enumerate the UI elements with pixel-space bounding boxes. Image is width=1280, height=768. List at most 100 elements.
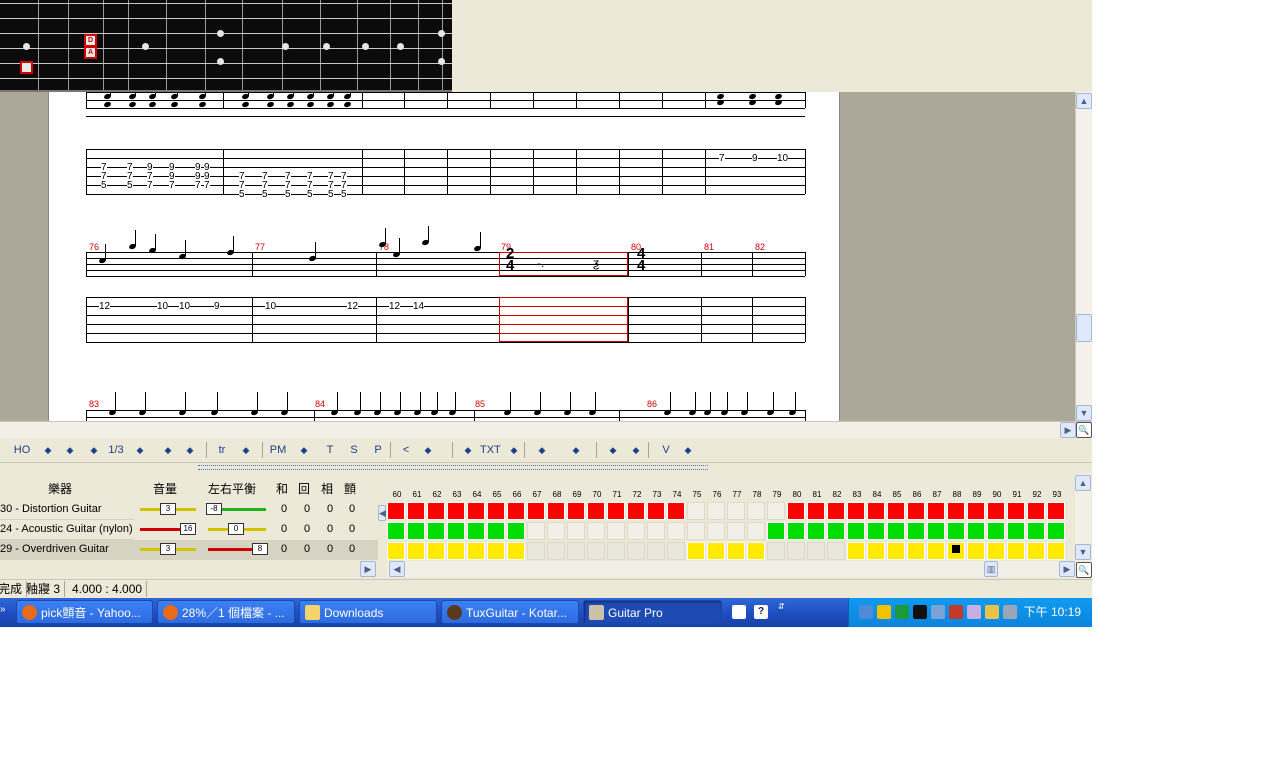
tab-number[interactable]: 5: [307, 190, 313, 200]
measure-cell[interactable]: [507, 502, 525, 520]
measure-cell[interactable]: [527, 522, 545, 540]
chorus-value[interactable]: 0: [274, 500, 294, 519]
measure-cell[interactable]: [527, 542, 545, 560]
note-head[interactable]: [250, 408, 259, 417]
note-head[interactable]: [128, 100, 137, 109]
measure-cell[interactable]: [487, 502, 505, 520]
chorus-value[interactable]: 0: [274, 540, 294, 559]
note-head[interactable]: [138, 408, 147, 417]
measure-cell[interactable]: [887, 502, 905, 520]
measure-cell[interactable]: [1047, 502, 1065, 520]
note-head[interactable]: [343, 100, 352, 109]
track-row[interactable]: 30 - Distortion Guitar 3 -8 0 0 0 0: [0, 500, 378, 520]
volume-slider[interactable]: 3: [136, 540, 202, 559]
tab-number[interactable]: 7: [147, 181, 153, 191]
measure-cell[interactable]: [907, 522, 925, 540]
scroll-right-icon[interactable]: ▶: [1060, 422, 1076, 438]
tremolo-value[interactable]: 0: [342, 500, 362, 519]
measure-cell[interactable]: [527, 502, 545, 520]
measure-cell[interactable]: [667, 502, 685, 520]
measure-cell[interactable]: [407, 542, 425, 560]
grid-horizontal-scrollbar[interactable]: ◀ ▥ ▶: [387, 561, 1075, 577]
tab-number[interactable]: 12: [347, 302, 359, 312]
measure-cell[interactable]: [607, 542, 625, 560]
measure-cell[interactable]: [767, 502, 785, 520]
tab-number[interactable]: 7: [195, 181, 201, 191]
pan-knob[interactable]: 8: [252, 543, 268, 555]
tab-number[interactable]: 5: [239, 190, 245, 200]
bend-button[interactable]: ◆: [38, 441, 58, 459]
measure-cell[interactable]: [647, 502, 665, 520]
network-icon[interactable]: [859, 605, 873, 619]
staccato-button[interactable]: ◆: [294, 441, 314, 459]
grid-scroll-down-icon[interactable]: ▼: [1075, 544, 1091, 560]
pan-knob[interactable]: -8: [206, 503, 222, 515]
chorus-value[interactable]: 0: [274, 520, 294, 539]
stroke-down-button[interactable]: ◆: [566, 441, 586, 459]
measure-cell[interactable]: [787, 522, 805, 540]
pencil-icon[interactable]: [985, 605, 999, 619]
measure-cell[interactable]: [827, 542, 845, 560]
measure-cell[interactable]: [447, 542, 465, 560]
measure-cell[interactable]: [967, 522, 985, 540]
task-tuxguitar[interactable]: TuxGuitar - Kotar...: [441, 600, 579, 624]
measure-cell[interactable]: [1007, 542, 1025, 560]
tremolo-value[interactable]: 0: [342, 520, 362, 539]
tab-number[interactable]: 5: [127, 181, 133, 191]
volume-knob[interactable]: 3: [160, 503, 176, 515]
track-scroll-right-icon[interactable]: ▶: [360, 561, 376, 577]
measure-cell[interactable]: [727, 522, 745, 540]
measure-cell[interactable]: [567, 502, 585, 520]
arrow-down-button[interactable]: ◆: [626, 441, 646, 459]
measure-cell[interactable]: [1027, 522, 1045, 540]
volume-slider[interactable]: 16: [136, 520, 202, 539]
measure-cell[interactable]: [707, 522, 725, 540]
note-head[interactable]: [103, 100, 112, 109]
score-horizontal-scrollbar[interactable]: ▶ 🔍: [0, 421, 1092, 438]
measure-cell[interactable]: [487, 542, 505, 560]
measure-cell[interactable]: [727, 502, 745, 520]
measure-cell[interactable]: [507, 542, 525, 560]
measure-cell[interactable]: [467, 522, 485, 540]
reverb-value[interactable]: 0: [297, 500, 317, 519]
panel-splitter[interactable]: [198, 463, 708, 471]
track-name[interactable]: 30 - Distortion Guitar: [0, 500, 134, 520]
measure-cell[interactable]: [467, 542, 485, 560]
chord-diagram-button[interactable]: ◆: [458, 441, 478, 459]
task-guitar-pro[interactable]: Guitar Pro: [583, 600, 722, 624]
note-head[interactable]: [306, 100, 315, 109]
security-shield-icon[interactable]: [877, 605, 891, 619]
measure-cell[interactable]: [587, 522, 605, 540]
reverb-value[interactable]: 0: [297, 520, 317, 539]
track-name[interactable]: 24 - Acoustic Guitar (nylon): [0, 520, 134, 540]
note-head[interactable]: [503, 408, 512, 417]
note-head[interactable]: [280, 408, 289, 417]
note-head[interactable]: [788, 408, 797, 417]
measure-cell[interactable]: [807, 522, 825, 540]
tray-app-icon[interactable]: [967, 605, 981, 619]
note-head[interactable]: [716, 98, 725, 107]
measure-cell[interactable]: [987, 522, 1005, 540]
measure-cell[interactable]: [947, 502, 965, 520]
tremolo-value[interactable]: 0: [342, 540, 362, 559]
note-head[interactable]: [774, 98, 783, 107]
fretboard-view[interactable]: DA: [0, 0, 452, 92]
measure-cell[interactable]: [1047, 542, 1065, 560]
vibrato-v-button[interactable]: V: [656, 441, 676, 459]
score-vertical-scrollbar[interactable]: ▲ ▼: [1075, 92, 1092, 421]
measure-cell[interactable]: [427, 522, 445, 540]
tab-number[interactable]: 9: [752, 154, 758, 164]
measure-cell[interactable]: [787, 542, 805, 560]
stroke-up-button[interactable]: ◆: [532, 441, 552, 459]
note-head[interactable]: [720, 408, 729, 417]
grid-scroll-right-icon[interactable]: ▶: [1059, 561, 1075, 577]
language-bar-icon[interactable]: ⇵: [778, 602, 788, 622]
measure-cell[interactable]: [927, 522, 945, 540]
track-scroll-left-icon[interactable]: ◀: [378, 505, 386, 521]
measure-cell[interactable]: [927, 542, 945, 560]
measure-cell[interactable]: [587, 542, 605, 560]
arrow-up-button[interactable]: ◆: [603, 441, 623, 459]
measure-cell[interactable]: [687, 502, 705, 520]
palm-mute-button[interactable]: PM: [268, 441, 288, 459]
measure-cell[interactable]: [727, 542, 745, 560]
